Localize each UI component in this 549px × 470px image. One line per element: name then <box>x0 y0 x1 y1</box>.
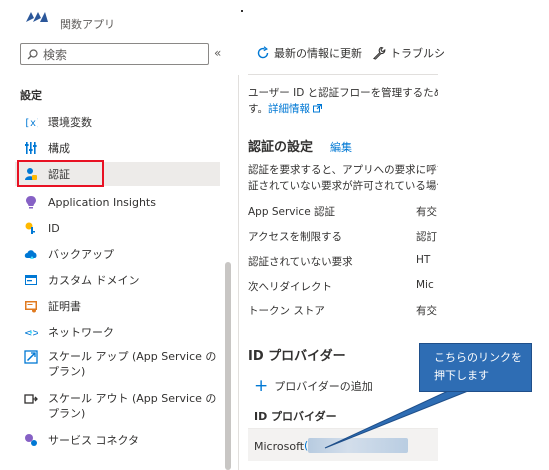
main-content: ユーザー ID と認証フローを管理するための す。詳細情報 認証の設定 編集 認… <box>248 0 438 470</box>
setting-value: 有交 <box>416 305 437 317</box>
add-provider-label: プロバイダーの追加 <box>274 380 373 393</box>
callout-line-2: 押下します <box>434 369 489 382</box>
sidebar-item-label: サービス コネクタ <box>48 434 140 447</box>
svg-text:[x]: [x] <box>24 118 38 129</box>
add-provider-button[interactable]: + プロバイダーの追加 <box>254 376 373 396</box>
search-placeholder: 検索 <box>43 47 68 62</box>
setting-value: HT <box>416 254 431 266</box>
scale-out-icon <box>24 392 38 406</box>
sidebar-divider <box>238 75 239 470</box>
setting-value: 有交 <box>416 206 437 218</box>
sidebar-item-scale-out[interactable]: スケール アウト (App Service のプラン) <box>15 388 219 424</box>
auth-settings-description: 認証を要求すると、アプリへの要求に呼び出 証されていない要求が許可されている場合… <box>248 162 438 194</box>
identity-provider-heading: ID プロバイダー <box>248 349 346 364</box>
settings-row: アクセスを制限する 認訂 <box>248 229 438 249</box>
details-link[interactable]: 詳細情報 <box>268 103 310 115</box>
sidebar-item-network[interactable]: < > ネットワーク <box>15 320 219 344</box>
setting-value: 認訂 <box>416 231 437 243</box>
app-insights-icon <box>24 195 38 209</box>
auth-desc-line-2: 証されていない要求が許可されている場合、 <box>248 180 438 192</box>
settings-section-title: 設定 <box>20 89 42 102</box>
svg-text:>: > <box>32 328 38 339</box>
separator-dot <box>241 10 243 12</box>
sidebar-item-scale-up[interactable]: スケール アップ (App Service のプラン) <box>15 346 219 382</box>
authentication-highlight-box <box>17 160 104 187</box>
sidebar-item-label: 環境変数 <box>48 116 92 129</box>
collapse-sidebar-button[interactable]: « <box>214 46 221 60</box>
description-prefix: す。 <box>248 103 268 115</box>
description-text: ユーザー ID と認証フローを管理するための す。詳細情報 <box>248 85 438 117</box>
sidebar-item-application-insights[interactable]: Application Insights <box>15 190 219 214</box>
function-app-logo-icon <box>26 12 48 22</box>
description-line-1: ユーザー ID と認証フローを管理するための <box>248 87 438 99</box>
scale-up-icon <box>24 350 38 364</box>
sidebar-item-identity[interactable]: ID <box>15 216 219 240</box>
sidebar-item-configuration[interactable]: 構成 <box>15 136 219 160</box>
sidebar-item-label: 証明書 <box>48 300 81 313</box>
sidebar-item-label: 構成 <box>48 142 70 155</box>
description-line-2: す。詳細情報 <box>248 101 438 117</box>
search-icon <box>27 48 38 59</box>
sidebar-item-label: バックアップ <box>48 248 114 261</box>
edit-auth-settings-link[interactable]: 編集 <box>330 139 352 155</box>
setting-key: App Service 認証 <box>248 206 335 218</box>
setting-key: 認証されていない要求 <box>248 256 353 268</box>
sidebar-item-custom-domain[interactable]: カスタム ドメイン <box>15 268 219 292</box>
settings-row: トークン ストア 有交 <box>248 303 438 323</box>
setting-key: 次へリダイレクト <box>248 281 332 293</box>
settings-row: App Service 認証 有交 <box>248 204 438 224</box>
network-icon: < > <box>24 325 38 339</box>
provider-column-header: ID プロバイダー <box>254 410 337 423</box>
sidebar-item-service-connector[interactable]: サービス コネクタ <box>15 428 219 452</box>
identity-icon <box>24 221 38 235</box>
sidebar-scrollbar[interactable] <box>225 262 231 470</box>
sidebar-search-input[interactable]: 検索 <box>20 43 209 65</box>
sidebar-item-label: ID <box>48 221 60 235</box>
setting-value: Mic <box>416 279 434 291</box>
sidebar-item-backup[interactable]: バックアップ <box>15 242 219 266</box>
custom-domain-icon <box>24 273 38 287</box>
callout-line-1: こちらのリンクを <box>434 351 522 364</box>
sidebar-item-label: Application Insights <box>48 195 156 209</box>
provider-table-row: Microsoft ( <box>248 428 438 461</box>
sidebar-item-label: スケール アウト (App Service のプラン) <box>48 392 217 420</box>
external-link-icon[interactable] <box>313 104 323 113</box>
configuration-icon <box>24 141 38 155</box>
setting-key: トークン ストア <box>248 305 325 317</box>
instruction-callout: こちらのリンクを 押下します <box>419 343 532 392</box>
certificate-icon <box>24 299 38 313</box>
setting-key: アクセスを制限する <box>248 231 342 243</box>
provider-app-link-redacted[interactable] <box>308 438 408 453</box>
sidebar-item-label: スケール アップ (App Service のプラン) <box>48 350 217 378</box>
settings-row: 認証されていない要求 HT <box>248 254 438 274</box>
sidebar-item-certificates[interactable]: 証明書 <box>15 294 219 318</box>
service-connector-icon <box>24 433 38 447</box>
add-icon: + <box>254 376 269 396</box>
settings-row: 次へリダイレクト Mic <box>248 279 438 299</box>
env-variables-icon: [x] <box>24 115 38 129</box>
resource-type-subtitle: 関数アプリ <box>60 18 115 31</box>
auth-desc-line-1: 認証を要求すると、アプリへの要求に呼び出 <box>248 164 438 176</box>
sidebar-item-label: ネットワーク <box>48 326 114 339</box>
backup-icon <box>24 247 38 261</box>
sidebar-item-label: カスタム ドメイン <box>48 274 140 287</box>
provider-name: Microsoft <box>254 440 305 453</box>
sidebar-item-env-variables[interactable]: [x] 環境変数 <box>15 110 219 134</box>
auth-settings-heading: 認証の設定 <box>248 140 314 155</box>
